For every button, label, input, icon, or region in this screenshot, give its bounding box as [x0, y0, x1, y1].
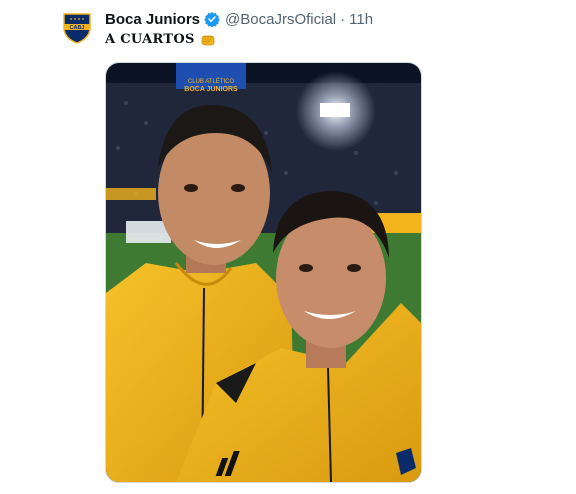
stadium-sign: CLUB ATLÉTICO BOCA JUNIORS	[176, 63, 246, 93]
boca-juniors-avatar[interactable]: CABJ	[62, 12, 92, 44]
tweet-header: Boca Juniors @BocaJrsOficial · 11h	[105, 9, 373, 29]
tweet-card[interactable]: CABJ Boca Juniors @BocaJrsOficial · 11h …	[0, 0, 576, 494]
stadium-sign-line2: BOCA JUNIORS	[184, 86, 238, 93]
stadium-sign-line1: CLUB ATLÉTICO	[188, 78, 235, 85]
raised-fist-icon	[200, 33, 216, 47]
tweet-photo[interactable]: CLUB ATLÉTICO BOCA JUNIORS	[105, 62, 422, 483]
separator-dot: ·	[340, 10, 346, 28]
floodlight	[320, 103, 350, 117]
tweet-text-content: A CUARTOS	[105, 32, 195, 47]
author-name[interactable]: Boca Juniors	[105, 11, 200, 28]
verified-badge-icon	[204, 11, 220, 28]
tweet-timestamp[interactable]: 11h	[349, 11, 373, 28]
author-handle[interactable]: @BocaJrsOficial	[225, 11, 336, 28]
crest-text: CABJ	[70, 25, 85, 31]
tweet-text: A CUARTOS	[105, 32, 216, 47]
